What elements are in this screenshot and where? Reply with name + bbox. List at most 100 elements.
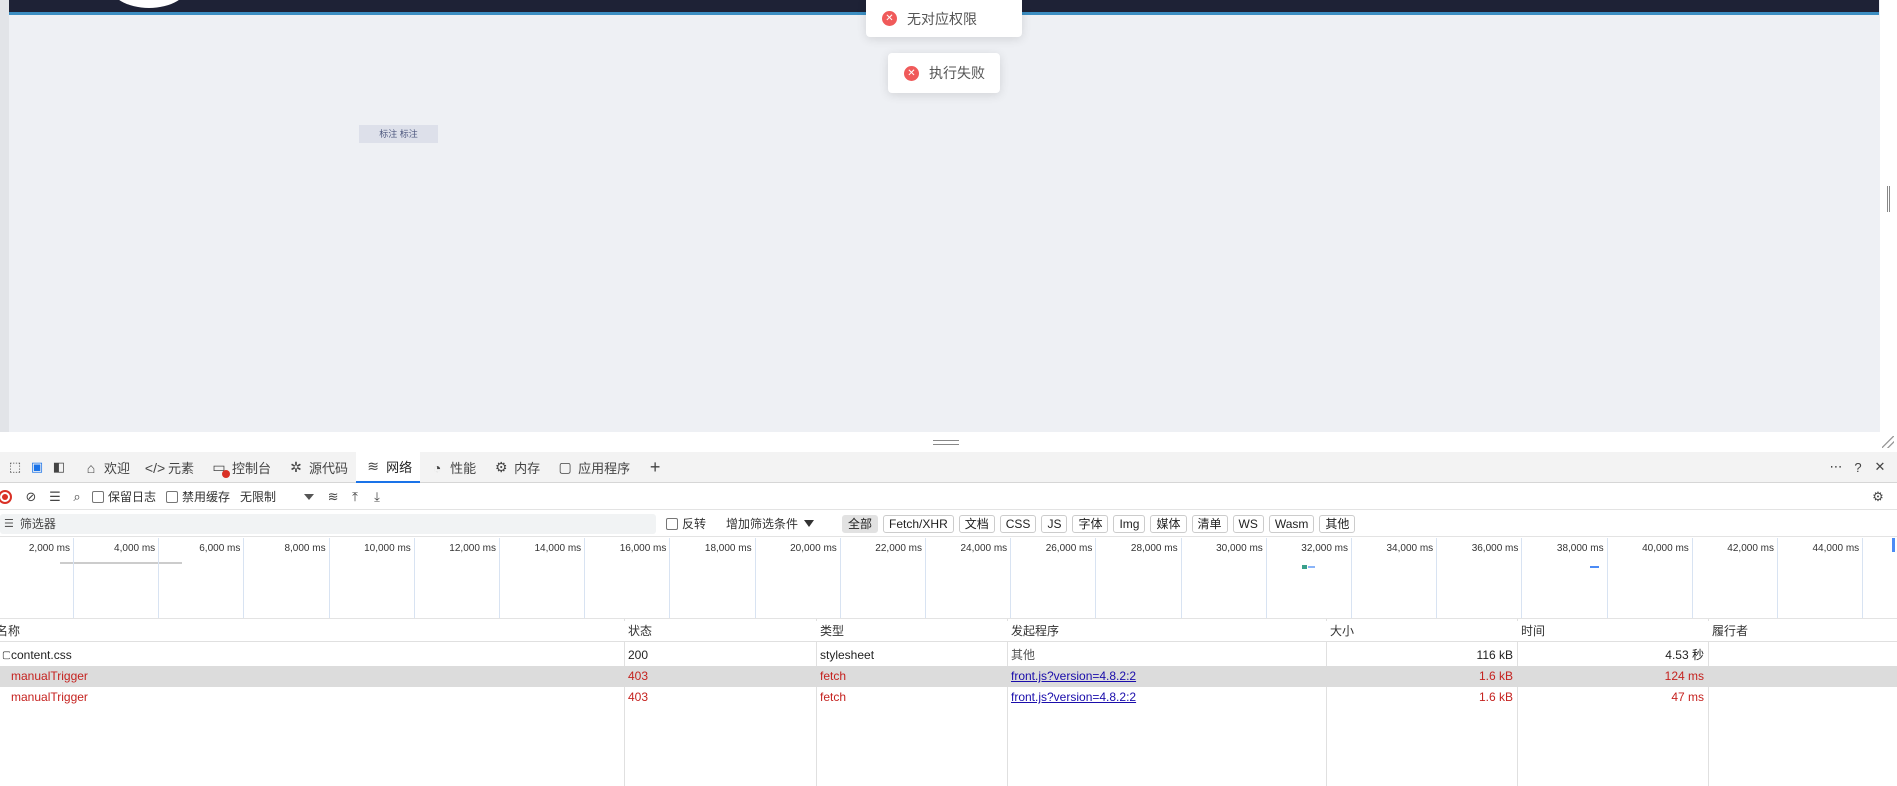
tab-label: 源代码 <box>309 461 349 476</box>
corner-resize-grip[interactable] <box>1882 436 1894 448</box>
close-icon[interactable]: ✕ <box>1869 456 1891 478</box>
timeline-overview[interactable]: 2,000 ms 4,000 ms 6,000 ms 8,000 ms 10,000 m… <box>0 538 1897 619</box>
timeline-tick-label: 20,000 ms <box>790 543 837 554</box>
type-filter-button[interactable]: 媒体 <box>1150 514 1187 533</box>
type-filter-button[interactable]: JS <box>1041 514 1068 533</box>
table-cell-initiator[interactable]: front.js?version=4.8.2:2 <box>1007 666 1326 687</box>
overview-bar-fetch <box>1590 566 1599 568</box>
chevron-down-icon[interactable] <box>304 493 315 500</box>
add-tab-button[interactable]: + <box>638 452 676 483</box>
clear-icon[interactable]: ⊘ <box>20 486 42 508</box>
timeline-tick-label: 4,000 ms <box>114 543 156 554</box>
column-header[interactable]: 名称 <box>0 621 620 642</box>
checkbox[interactable] <box>666 517 678 530</box>
table-cell-initiator[interactable]: front.js?version=4.8.2:2 <box>1007 687 1326 708</box>
viewport-left-edge <box>0 0 9 452</box>
invert-checkbox[interactable]: 反转 <box>666 515 706 532</box>
error-icon: ✕ <box>904 65 919 81</box>
tab-application[interactable]: ▢ 应用程序 <box>548 452 638 483</box>
table-cell-status: 200 <box>628 648 649 662</box>
table-row[interactable]: content.css 200 stylesheet 其他 116 kB 4.53 秒 ▢ <box>0 645 1897 666</box>
tab-performance[interactable]: ◔ 性能 <box>420 452 484 483</box>
tab-memory[interactable]: ⚙ 内存 <box>484 452 548 483</box>
column-header[interactable]: 大小 <box>1326 621 1517 642</box>
column-header[interactable]: 时间 <box>1517 621 1708 642</box>
type-filter-button[interactable]: WS <box>1232 514 1264 533</box>
throttle-select[interactable]: 无限制 <box>240 488 276 505</box>
network-conditions-icon[interactable]: ≋ <box>322 486 344 508</box>
timeline-gridline <box>413 538 415 618</box>
timeline-gridline <box>499 538 500 618</box>
timeline-tick-label: 6,000 ms <box>199 543 241 554</box>
type-filter-button[interactable]: 文档 <box>958 514 995 533</box>
timeline-gridline <box>1180 538 1182 618</box>
type-filter-button[interactable]: Wasm <box>1268 514 1315 533</box>
timeline-tick-label: 44,000 ms <box>1812 543 1860 554</box>
inspect-icon[interactable]: ⬚ <box>4 456 26 478</box>
file-icon: ▢ <box>2 650 10 661</box>
filter-input[interactable]: ☰ 筛选器 <box>0 513 656 534</box>
more-icon[interactable]: ⋯ <box>1825 456 1847 478</box>
dock-panel-icon[interactable]: ◧ <box>48 456 70 478</box>
download-icon[interactable]: ⤓ <box>366 486 388 508</box>
gear-icon: ⚙ <box>494 459 508 475</box>
bug-icon: ✲ <box>290 459 302 475</box>
vertical-resize-grip[interactable] <box>1887 186 1890 212</box>
record-icon[interactable] <box>0 489 12 504</box>
page-chip[interactable]: 标注 标注 <box>359 125 438 143</box>
type-filter-button[interactable]: Fetch/XHR <box>883 514 954 533</box>
tab-elements[interactable]: </> 元素 <box>138 452 202 483</box>
type-filter-button[interactable]: Img <box>1113 514 1146 533</box>
settings-icon[interactable]: ⚙ <box>1867 486 1889 508</box>
checkbox-label: 保留日志 <box>108 490 157 504</box>
tab-network[interactable]: ≋ 网络 <box>356 452 421 483</box>
disable-cache-checkbox[interactable]: 禁用缓存 <box>166 488 230 505</box>
column-header[interactable]: 履行者 <box>1708 621 1897 642</box>
devtools-resize-handle[interactable] <box>933 440 959 445</box>
type-filter-button[interactable]: CSS <box>999 514 1037 533</box>
tab-welcome[interactable]: ⌂ 欢迎 <box>74 452 138 483</box>
table-row[interactable]: manualTrigger 403 fetch front.js?version=4.… <box>0 666 1897 687</box>
help-icon[interactable]: ? <box>1847 456 1869 478</box>
column-header[interactable]: 类型 <box>816 621 1007 642</box>
tab-label: 性能 <box>450 461 477 476</box>
checkbox-label: 反转 <box>682 517 707 531</box>
resource-type-filters: 全部 Fetch/XHR 文档 CSS JS 字体 Img 媒体 清单 WS Wasm 其他 <box>842 514 1360 533</box>
type-filter-button[interactable]: 其他 <box>1319 514 1356 533</box>
timeline-gridline <box>243 538 245 618</box>
checkbox[interactable] <box>166 490 179 503</box>
type-filter-button[interactable]: 字体 <box>1072 514 1109 533</box>
table-cell-name: manualTrigger <box>11 669 88 683</box>
network-toolbar: ⊘ ☰ ⌕ 保留日志 禁用缓存 无限制 ≋ ⤒ ⤓ ⚙ <box>0 484 1897 510</box>
checkbox[interactable] <box>92 490 104 503</box>
checkbox-label: 禁用缓存 <box>182 490 231 504</box>
timeline-tick-label: 30,000 ms <box>1216 543 1263 554</box>
timeline-tick-label: 16,000 ms <box>619 543 667 554</box>
search-icon[interactable]: ⌕ <box>66 486 88 508</box>
tab-sources[interactable]: ✲ 源代码 <box>279 452 356 483</box>
column-header[interactable]: 状态 <box>624 621 816 642</box>
table-row[interactable]: manualTrigger 403 fetch front.js?version=4.… <box>0 687 1897 708</box>
console-icon: ▭ <box>210 459 231 478</box>
preserve-log-checkbox[interactable]: 保留日志 <box>92 488 156 505</box>
avatar[interactable] <box>109 0 189 8</box>
toast-message: 无对应权限 <box>907 10 977 27</box>
timeline-gridline <box>1436 538 1438 618</box>
timeline-gridline <box>925 538 926 618</box>
timeline-tick-label: 38,000 ms <box>1556 543 1604 554</box>
column-header[interactable]: 发起程序 <box>1007 621 1326 642</box>
plus-icon: + <box>649 457 661 477</box>
type-filter-button[interactable]: 清单 <box>1191 514 1228 533</box>
tab-console[interactable]: ▭ 控制台 <box>202 452 279 483</box>
timeline-tick-label: 32,000 ms <box>1301 543 1348 554</box>
tab-label: 控制台 <box>232 461 272 476</box>
type-filter-button[interactable]: 全部 <box>842 514 879 533</box>
filter-toggle-icon[interactable]: ☰ <box>44 486 66 508</box>
upload-icon[interactable]: ⤒ <box>344 486 366 508</box>
wifi-icon: ≋ <box>367 458 379 474</box>
error-icon: ✕ <box>882 11 897 26</box>
timeline-gridline <box>1265 538 1267 618</box>
device-toolbar-icon[interactable]: ▣ <box>26 456 48 478</box>
home-icon: ⌂ <box>86 459 96 476</box>
more-filters-dropdown[interactable]: 增加筛选条件 <box>726 515 815 532</box>
